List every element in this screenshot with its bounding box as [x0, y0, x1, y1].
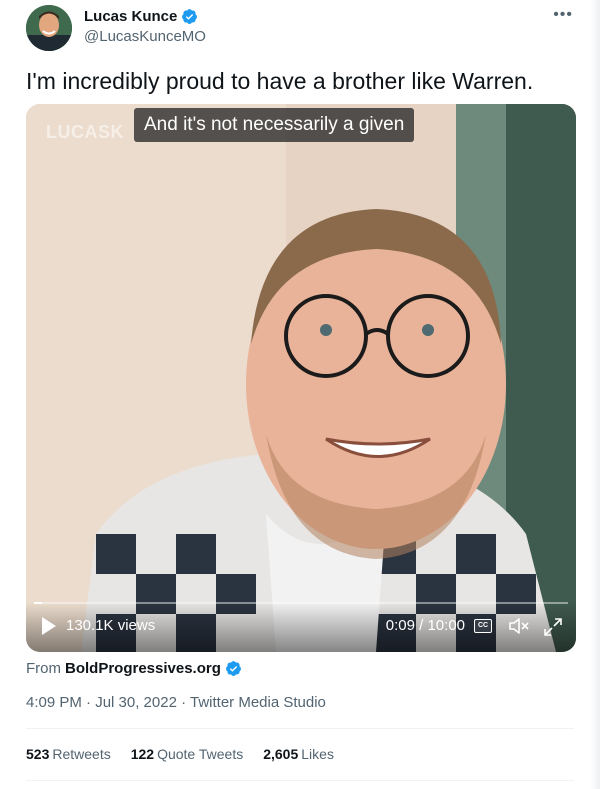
fullscreen-icon[interactable] — [542, 616, 564, 643]
video-views: 130.1K views — [66, 617, 156, 634]
tweet-meta[interactable]: 4:09 PM · Jul 30, 2022 · Twitter Media S… — [26, 694, 326, 711]
play-icon[interactable] — [42, 617, 56, 635]
likes-stat[interactable]: 2,605 Likes — [263, 746, 334, 762]
retweets-label: Retweets — [52, 746, 111, 762]
source-prefix: From — [26, 660, 61, 677]
author-handle[interactable]: @LucasKunceMO — [84, 28, 206, 45]
quote-tweets-label: Quote Tweets — [157, 746, 244, 762]
likes-label: Likes — [301, 746, 334, 762]
verified-badge-icon — [181, 8, 198, 25]
divider — [26, 728, 574, 729]
verified-badge-icon — [225, 660, 242, 677]
video-watermark: LUCASK — [46, 122, 124, 142]
retweets-count: 523 — [26, 746, 50, 762]
retweets-stat[interactable]: 523 Retweets — [26, 746, 111, 762]
quote-tweets-stat[interactable]: 122 Quote Tweets — [131, 746, 244, 762]
likes-count: 2,605 — [263, 746, 299, 762]
video-controls: 130.1K views 0:09 / 10:00 CC — [26, 602, 576, 652]
divider — [26, 780, 574, 781]
tweet-text: I'm incredibly proud to have a brother l… — [26, 68, 534, 94]
video-time: 0:09 / 10:00 — [385, 617, 465, 634]
mute-icon[interactable] — [508, 616, 530, 641]
tweet-card: Lucas Kunce @LucasKunceMO ••• I'm incred… — [0, 0, 600, 789]
quote-tweets-count: 122 — [130, 746, 155, 762]
more-dots-icon[interactable]: ••• — [553, 6, 573, 24]
author-display-name[interactable]: Lucas Kunce — [84, 8, 177, 25]
avatar[interactable] — [26, 5, 72, 51]
tweet-stats: 523 Retweets 122 Quote Tweets 2,605 Likes — [26, 746, 334, 762]
video-player[interactable]: LUCASK And it's not necessarily a given … — [26, 104, 576, 652]
video-frame — [26, 104, 576, 652]
closed-captions-icon[interactable]: CC — [474, 619, 492, 633]
video-caption: And it's not necessarily a given — [134, 108, 415, 142]
source-attribution: From BoldProgressives.org — [26, 660, 242, 677]
source-name[interactable]: BoldProgressives.org — [65, 660, 221, 677]
author-name-row: Lucas Kunce — [84, 8, 198, 25]
